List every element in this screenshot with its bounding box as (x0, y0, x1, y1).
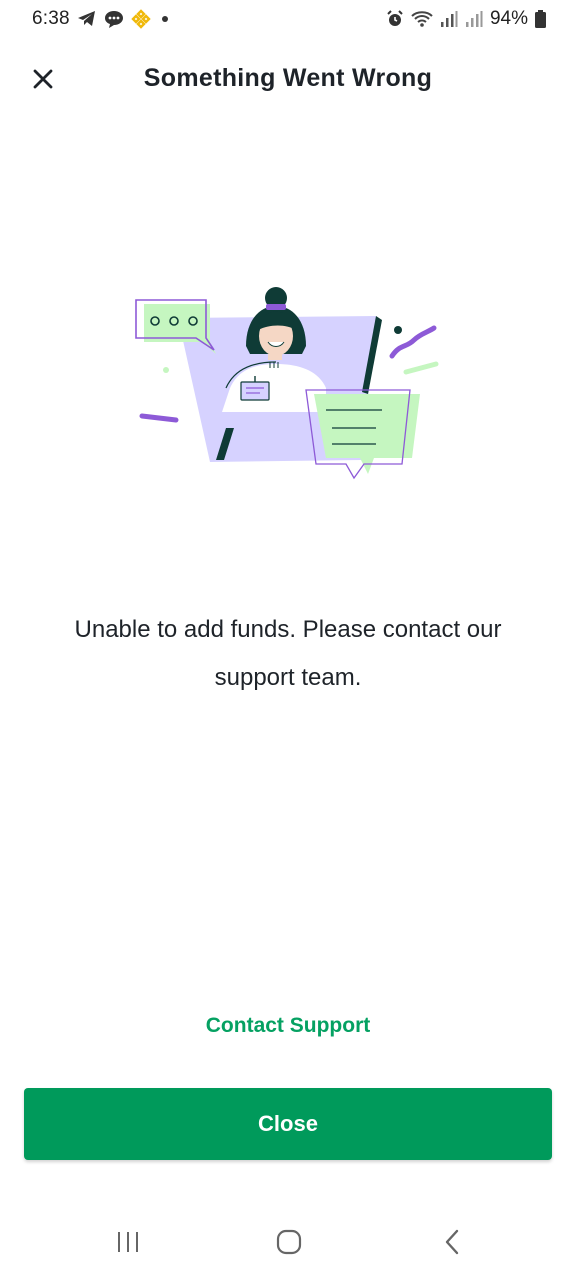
status-time: 6:38 (32, 8, 70, 29)
telegram-icon (77, 10, 97, 28)
support-agent-illustration (130, 284, 446, 484)
header: Something Went Wrong (0, 56, 576, 104)
contact-support-link[interactable]: Contact Support (0, 1014, 576, 1038)
status-bar: 6:38 94% (0, 0, 576, 38)
chat-icon (104, 9, 124, 29)
wifi-icon (411, 10, 433, 28)
signal-icon (465, 10, 483, 28)
binance-icon (131, 9, 151, 29)
recents-icon[interactable] (108, 1222, 148, 1262)
home-icon[interactable] (269, 1222, 309, 1262)
status-right: 94% (386, 8, 546, 30)
close-button[interactable]: Close (24, 1088, 552, 1160)
page-title: Something Went Wrong (143, 64, 433, 92)
back-icon[interactable] (432, 1222, 472, 1262)
screen: 6:38 94% Something Went Wrong Unable to … (0, 0, 576, 1280)
battery-icon (535, 10, 546, 28)
alarm-icon (386, 10, 404, 28)
system-nav-bar (0, 1208, 576, 1280)
status-left: 6:38 (32, 8, 168, 30)
battery-percent: 94% (489, 8, 528, 29)
error-message: Unable to add funds. Please contact our … (74, 616, 502, 691)
dot-icon (161, 16, 168, 22)
signal-icon (440, 10, 458, 28)
